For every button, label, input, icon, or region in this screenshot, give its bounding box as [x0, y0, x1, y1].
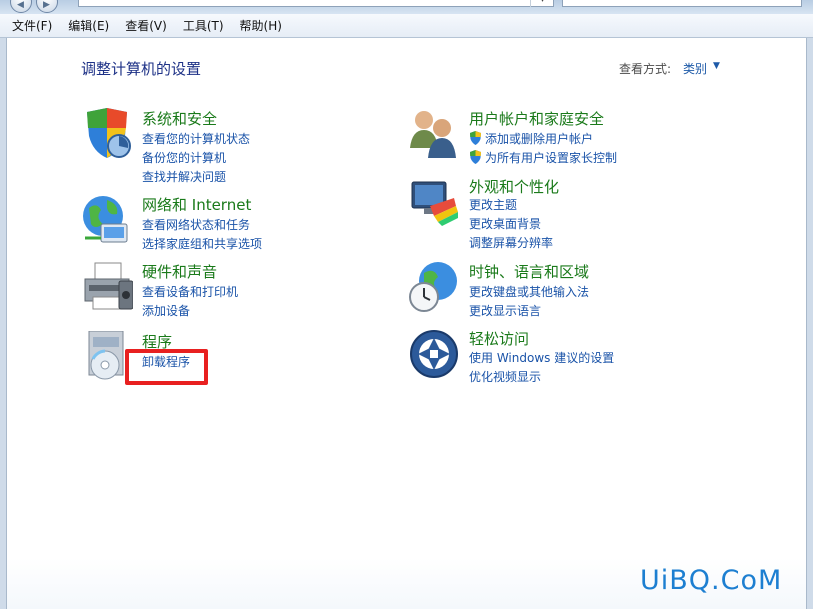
- users-icon[interactable]: [408, 108, 460, 160]
- category-title[interactable]: 用户帐户和家庭安全: [469, 108, 604, 129]
- ease-of-access-icon[interactable]: [408, 328, 460, 380]
- address-bar-area: ◀ ▶ ▾: [0, 0, 813, 14]
- category-link[interactable]: 更改键盘或其他输入法: [469, 283, 589, 300]
- back-button[interactable]: ◀: [10, 0, 32, 13]
- category-title[interactable]: 网络和 Internet: [142, 194, 251, 215]
- category-link[interactable]: 更改桌面背景: [469, 215, 541, 232]
- chevron-down-icon[interactable]: ▼: [713, 61, 720, 71]
- category-link[interactable]: 更改显示语言: [469, 302, 541, 319]
- category-link[interactable]: 更改主题: [469, 196, 517, 213]
- highlight-annotation-box: [125, 349, 208, 385]
- menu-tools[interactable]: 工具(T): [183, 17, 224, 34]
- category-link[interactable]: 选择家庭组和共享选项: [142, 235, 262, 252]
- site-watermark: UiBQ.CoM: [640, 565, 783, 596]
- category-link[interactable]: 查看设备和打印机: [142, 283, 238, 300]
- menu-file[interactable]: 文件(F): [12, 17, 52, 34]
- category-link[interactable]: 查找并解决问题: [142, 168, 226, 185]
- category-link[interactable]: 添加或删除用户帐户: [485, 130, 593, 147]
- monitor-palette-icon[interactable]: [408, 176, 460, 228]
- category-link[interactable]: 查看您的计算机状态: [142, 130, 250, 147]
- globe-clock-icon[interactable]: [408, 261, 460, 313]
- control-panel-content: 调整计算机的设置 查看方式: 类别 ▼ 系统和安全 查看您的计算机状态 备份您的…: [6, 38, 807, 609]
- shield-computer-icon[interactable]: [81, 108, 133, 160]
- menu-edit[interactable]: 编辑(E): [68, 17, 109, 34]
- category-link[interactable]: 查看网络状态和任务: [142, 216, 250, 233]
- category-link[interactable]: 使用 Windows 建议的设置: [469, 349, 614, 366]
- category-title[interactable]: 硬件和声音: [142, 261, 217, 282]
- address-field[interactable]: [78, 0, 554, 7]
- category-title[interactable]: 外观和个性化: [469, 176, 559, 197]
- globe-network-icon[interactable]: [81, 194, 133, 246]
- uac-shield-icon: [470, 150, 481, 164]
- window-right-border: [807, 38, 813, 609]
- view-by-dropdown[interactable]: 类别: [683, 60, 707, 77]
- page-title: 调整计算机的设置: [81, 60, 202, 78]
- uac-shield-icon: [470, 131, 481, 145]
- category-title[interactable]: 系统和安全: [142, 108, 217, 129]
- category-link[interactable]: 添加设备: [142, 302, 190, 319]
- menu-help[interactable]: 帮助(H): [240, 17, 282, 34]
- back-arrow-icon: ◀: [17, 0, 24, 10]
- address-dropdown-button[interactable]: ▾: [530, 0, 554, 7]
- category-link[interactable]: 优化视频显示: [469, 368, 541, 385]
- category-link[interactable]: 调整屏幕分辨率: [469, 234, 553, 251]
- category-link[interactable]: 为所有用户设置家长控制: [485, 149, 617, 166]
- search-input[interactable]: [562, 0, 802, 7]
- menu-bar: 文件(F) 编辑(E) 查看(V) 工具(T) 帮助(H): [0, 14, 813, 38]
- menu-view[interactable]: 查看(V): [125, 17, 167, 34]
- forward-arrow-icon: ▶: [43, 0, 50, 10]
- category-title[interactable]: 轻松访问: [469, 328, 529, 349]
- view-by-label: 查看方式:: [619, 62, 672, 76]
- category-title[interactable]: 时钟、语言和区域: [469, 261, 589, 282]
- category-link[interactable]: 备份您的计算机: [142, 149, 226, 166]
- forward-button[interactable]: ▶: [36, 0, 58, 13]
- printer-icon[interactable]: [81, 261, 133, 313]
